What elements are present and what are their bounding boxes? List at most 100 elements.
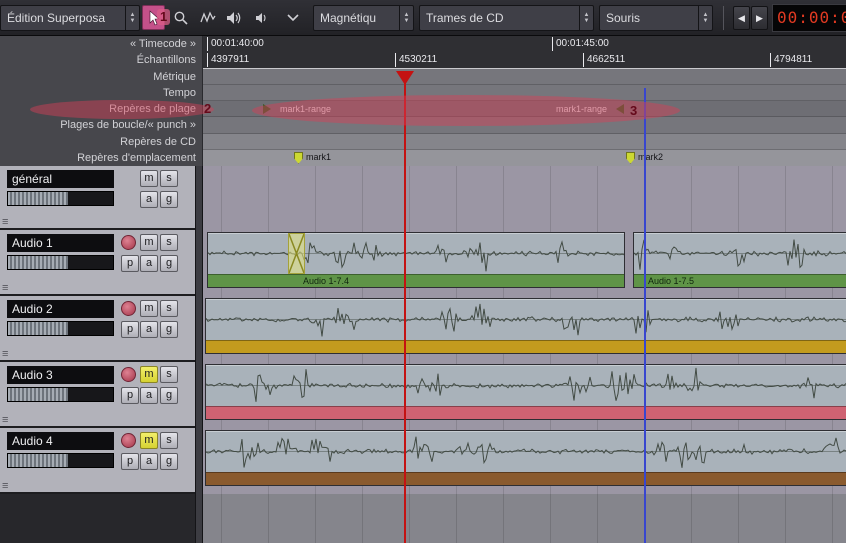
track-header-audio4[interactable]: Audio 4 m s p a g ≡ — [0, 428, 195, 494]
sample-tick: 4397911 — [207, 53, 249, 67]
spin-arrows-icon[interactable]: ▲▼ — [698, 6, 712, 30]
waveform — [206, 431, 846, 472]
track-lane-audio3[interactable] — [203, 362, 846, 428]
automation-button[interactable]: a — [140, 191, 158, 208]
playlist-button[interactable]: p — [121, 387, 139, 404]
resize-grip[interactable]: ≡ — [2, 283, 8, 294]
track-lane-audio1[interactable]: Audio 1-7.4 Audio 1-7.5 — [203, 230, 846, 296]
playlist-button[interactable]: p — [121, 321, 139, 338]
meter-ruler[interactable] — [203, 69, 846, 85]
track-name[interactable]: Audio 1 — [7, 234, 114, 252]
edit-mode-select[interactable]: Édition Superposa ▲▼ — [0, 5, 140, 31]
record-arm-button[interactable] — [121, 301, 136, 316]
edit-point-cursor[interactable] — [644, 88, 646, 543]
location-marker-ruler[interactable]: mark1 mark2 — [203, 150, 846, 166]
audio-region[interactable]: Audio 1-7.5 — [633, 232, 846, 288]
audio-region[interactable] — [205, 430, 846, 486]
audio-region[interactable]: Audio 1-7.4 — [207, 232, 625, 288]
timefx-tool-button[interactable] — [196, 5, 219, 30]
playhead-head-icon[interactable] — [396, 71, 414, 85]
region-name-bar[interactable] — [206, 406, 846, 419]
resize-grip[interactable]: ≡ — [2, 349, 8, 360]
mouse-mode-label: Souris — [600, 11, 698, 25]
samples-ruler[interactable]: 4397911 4530211 4662511 4794811 — [203, 52, 846, 68]
crossfade-marker[interactable] — [288, 233, 305, 274]
record-arm-button[interactable] — [121, 235, 136, 250]
region-name-bar[interactable] — [206, 340, 846, 353]
mute-button[interactable]: m — [140, 170, 158, 187]
waveform — [206, 365, 846, 406]
ruler-label-cd-markers: Repères de CD — [0, 134, 202, 150]
track-header-audio2[interactable]: Audio 2 m s p a g ≡ — [0, 296, 195, 362]
automation-button[interactable]: a — [140, 453, 158, 470]
tool-overflow-button[interactable] — [284, 10, 302, 26]
automation-button[interactable]: a — [140, 255, 158, 272]
track-name[interactable]: Audio 2 — [7, 300, 114, 318]
ruler-label-loop-punch: Plages de boucle/« punch » — [0, 117, 202, 133]
mute-button[interactable]: m — [140, 432, 158, 449]
mute-button[interactable]: m — [140, 300, 158, 317]
nav-prev-button[interactable]: ◀ — [733, 6, 750, 30]
solo-button[interactable]: s — [160, 366, 178, 383]
solo-button[interactable]: s — [160, 300, 178, 317]
track-header-audio1[interactable]: Audio 1 m s p a g ≡ — [0, 230, 195, 296]
track-name[interactable]: général — [7, 170, 114, 188]
timefx-icon — [200, 10, 216, 26]
grid-unit-select[interactable]: Trames de CD ▲▼ — [419, 5, 594, 31]
gain-fader[interactable] — [7, 191, 114, 206]
mute-button[interactable]: m — [140, 366, 158, 383]
audition-tool-button[interactable] — [223, 5, 246, 30]
timecode-ruler[interactable]: 00:01:40:00 00:01:45:00 — [203, 36, 846, 52]
spin-arrows-icon[interactable]: ▲▼ — [125, 6, 139, 30]
track-name[interactable]: Audio 3 — [7, 366, 114, 384]
transport-clock[interactable]: 00:00:0 — [772, 4, 846, 32]
monitor-tool-button[interactable] — [250, 5, 273, 30]
group-button[interactable]: g — [160, 321, 178, 338]
record-arm-button[interactable] — [121, 367, 136, 382]
group-button[interactable]: g — [160, 453, 178, 470]
gain-fader[interactable] — [7, 255, 114, 270]
track-name[interactable]: Audio 4 — [7, 432, 114, 450]
group-button[interactable]: g — [160, 387, 178, 404]
resize-grip[interactable]: ≡ — [2, 217, 8, 228]
location-marker[interactable]: mark1 — [294, 152, 331, 164]
gain-fader[interactable] — [7, 387, 114, 402]
region-name-bar[interactable]: Audio 1-7.5 — [634, 274, 846, 287]
solo-button[interactable]: s — [160, 170, 178, 187]
snap-mode-select[interactable]: Magnétiqu ▲▼ — [313, 5, 414, 31]
resize-grip[interactable]: ≡ — [2, 415, 8, 426]
audio-region[interactable] — [205, 298, 846, 354]
group-button[interactable]: g — [160, 191, 178, 208]
automation-button[interactable]: a — [140, 387, 158, 404]
mouse-mode-select[interactable]: Souris ▲▼ — [599, 5, 713, 31]
solo-button[interactable]: s — [160, 432, 178, 449]
spin-arrows-icon[interactable]: ▲▼ — [579, 6, 593, 30]
zoom-tool-button[interactable] — [169, 5, 192, 30]
playlist-button[interactable]: p — [121, 255, 139, 272]
spin-arrows-icon[interactable]: ▲▼ — [399, 6, 413, 30]
fader-fill — [8, 192, 68, 205]
nav-next-button[interactable]: ▶ — [751, 6, 768, 30]
region-name-bar[interactable] — [206, 472, 846, 485]
playhead-cursor[interactable] — [404, 74, 406, 543]
playlist-button[interactable]: p — [121, 453, 139, 470]
track-header-audio3[interactable]: Audio 3 m s p a g ≡ — [0, 362, 195, 428]
gain-fader[interactable] — [7, 453, 114, 468]
gain-fader[interactable] — [7, 321, 114, 336]
group-button[interactable]: g — [160, 255, 178, 272]
track-lane-audio4[interactable] — [203, 428, 846, 494]
automation-button[interactable]: a — [140, 321, 158, 338]
mute-button[interactable]: m — [140, 234, 158, 251]
fader-fill — [8, 454, 68, 467]
track-header-master[interactable]: général m s a g ≡ — [0, 166, 195, 230]
resize-grip[interactable]: ≡ — [2, 481, 8, 492]
cd-marker-ruler[interactable] — [203, 134, 846, 150]
ruler-label-timecode: « Timecode » — [0, 36, 202, 52]
audio-region[interactable] — [205, 364, 846, 420]
track-lane-master[interactable] — [203, 166, 846, 230]
record-arm-button[interactable] — [121, 433, 136, 448]
region-name-bar[interactable]: Audio 1-7.4 — [208, 274, 624, 287]
solo-button[interactable]: s — [160, 234, 178, 251]
track-lane-audio2[interactable] — [203, 296, 846, 362]
waveform — [206, 299, 846, 340]
